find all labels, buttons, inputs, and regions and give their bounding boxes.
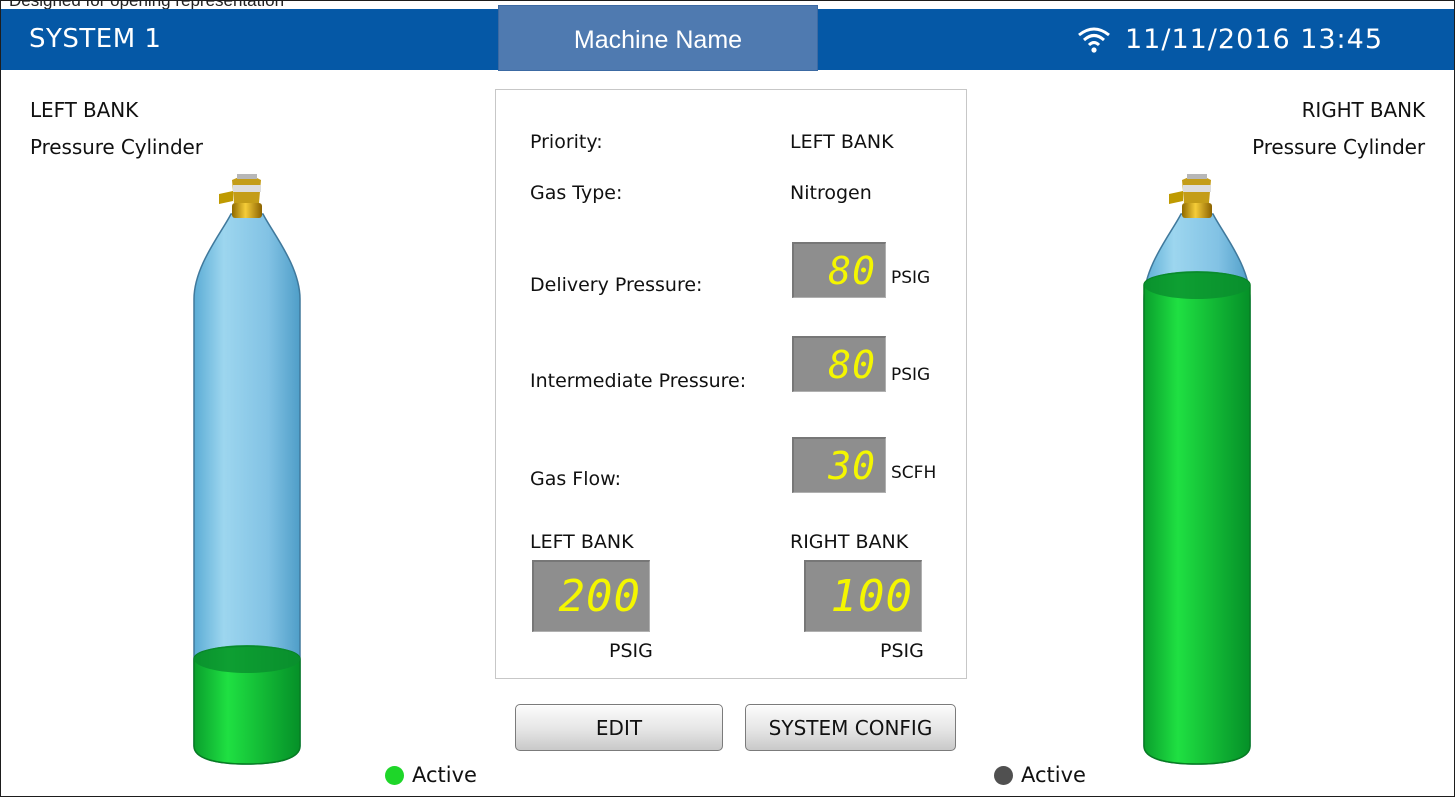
- delivery-pressure-value: 80: [828, 249, 876, 293]
- left-status-label: Active: [412, 763, 477, 787]
- machine-screen: Designed for opening representation SYST…: [0, 0, 1455, 797]
- machine-name-box: Machine Name: [498, 5, 818, 71]
- gas-flow-unit: SCFH: [891, 463, 937, 483]
- left-active-status: Active: [385, 763, 477, 787]
- right-status-label: Active: [1021, 763, 1086, 787]
- left-bank-value: 200: [558, 571, 641, 622]
- right-bank-subtitle: Pressure Cylinder: [1252, 135, 1425, 159]
- delivery-pressure-label: Delivery Pressure:: [530, 274, 703, 296]
- gas-type-value: Nitrogen: [790, 182, 872, 204]
- system-info-panel: Priority: LEFT BANK Gas Type: Nitrogen D…: [495, 89, 967, 679]
- priority-label: Priority:: [530, 131, 603, 153]
- delivery-pressure-unit: PSIG: [891, 268, 931, 288]
- right-bank-title: RIGHT BANK: [1301, 98, 1425, 122]
- intermediate-pressure-value: 80: [828, 343, 876, 387]
- left-status-icon: [385, 765, 404, 785]
- system-config-button[interactable]: SYSTEM CONFIG: [745, 704, 956, 751]
- intermediate-pressure-unit: PSIG: [891, 365, 931, 385]
- right-status-icon: [994, 765, 1013, 785]
- delivery-pressure-display: 80: [792, 242, 886, 298]
- right-bank-value: 100: [830, 571, 913, 622]
- intermediate-pressure-display: 80: [792, 336, 886, 392]
- system-title: SYSTEM 1: [29, 24, 162, 54]
- gas-flow-display: 30: [792, 437, 886, 493]
- left-bank-title: LEFT BANK: [30, 98, 139, 122]
- left-bank-display: 200: [532, 560, 650, 632]
- header-bar: SYSTEM 1 Machine Name 11/11/2016 13:45: [1, 5, 1454, 71]
- right-bank-display: 100: [804, 560, 922, 632]
- right-cylinder-icon: [1143, 174, 1251, 765]
- left-bank-subtitle: Pressure Cylinder: [30, 135, 203, 159]
- gas-type-label: Gas Type:: [530, 182, 623, 204]
- priority-value: LEFT BANK: [790, 131, 894, 153]
- edit-button[interactable]: EDIT: [515, 704, 723, 751]
- gas-flow-label: Gas Flow:: [530, 468, 622, 490]
- left-cylinder-icon: [193, 174, 301, 765]
- machine-name: Machine Name: [573, 26, 743, 54]
- wifi-icon: [1078, 27, 1110, 53]
- right-active-status: Active: [994, 763, 1086, 787]
- gas-flow-value: 30: [828, 444, 876, 488]
- left-bank-unit: PSIG: [609, 640, 653, 662]
- right-bank-label: RIGHT BANK: [790, 531, 909, 553]
- left-bank-label: LEFT BANK: [530, 531, 634, 553]
- right-bank-unit: PSIG: [880, 640, 924, 662]
- date-time: 11/11/2016 13:45: [1125, 24, 1384, 55]
- intermediate-pressure-label: Intermediate Pressure:: [530, 370, 747, 392]
